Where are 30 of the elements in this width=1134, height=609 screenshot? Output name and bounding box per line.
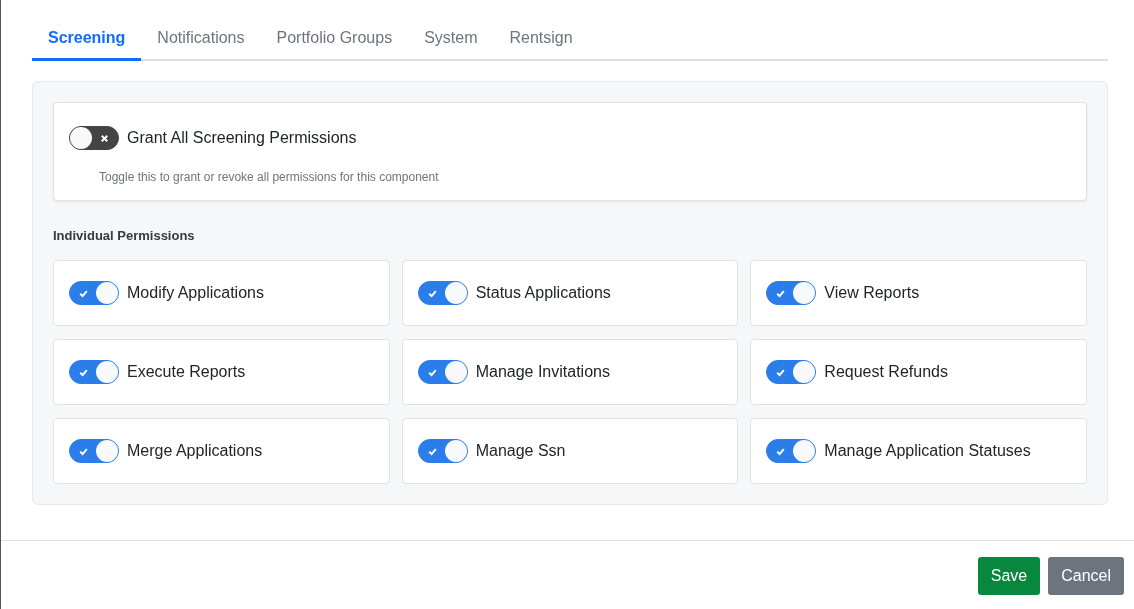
tab[interactable]: Notifications — [141, 18, 261, 61]
toggle-switch[interactable] — [417, 360, 468, 384]
toggle-label: View Reports — [824, 284, 920, 302]
tab[interactable]: Rentsign — [493, 18, 589, 61]
toggle-switch[interactable] — [69, 360, 119, 384]
tab[interactable]: System — [408, 18, 494, 61]
tab[interactable]: Screening — [32, 18, 142, 61]
toggle-switch[interactable] — [766, 439, 817, 463]
toggle-label: Grant All Screening Permissions — [127, 129, 357, 147]
cancel-button[interactable]: Cancel — [1048, 557, 1124, 595]
toggle-label: Manage Application Statuses — [824, 442, 1031, 460]
section-title: Individual Permissions — [53, 228, 196, 243]
toggle-switch[interactable] — [417, 439, 468, 463]
save-button[interactable]: Save — [977, 557, 1041, 595]
x-icon — [99, 132, 110, 144]
toggle-label: Merge Applications — [127, 442, 263, 460]
toggle-switch[interactable] — [417, 281, 468, 305]
toggle-switch[interactable] — [69, 126, 119, 150]
toggle-switch[interactable] — [69, 281, 119, 305]
help-text: Toggle this to grant or revoke all permissions for this component — [99, 170, 440, 184]
toggle-switch[interactable] — [69, 439, 119, 463]
toggle-label: Request Refunds — [824, 363, 948, 381]
toggle-switch[interactable] — [766, 360, 817, 384]
toggle-label: Manage Ssn — [475, 442, 566, 460]
toggle-label: Status Applications — [475, 284, 611, 302]
toggle-label: Execute Reports — [127, 363, 246, 381]
toggle-label: Modify Applications — [127, 284, 264, 302]
tab[interactable]: Portfolio Groups — [260, 18, 409, 61]
toggle-switch[interactable] — [766, 281, 817, 305]
toggle-label: Manage Invitations — [475, 363, 610, 381]
